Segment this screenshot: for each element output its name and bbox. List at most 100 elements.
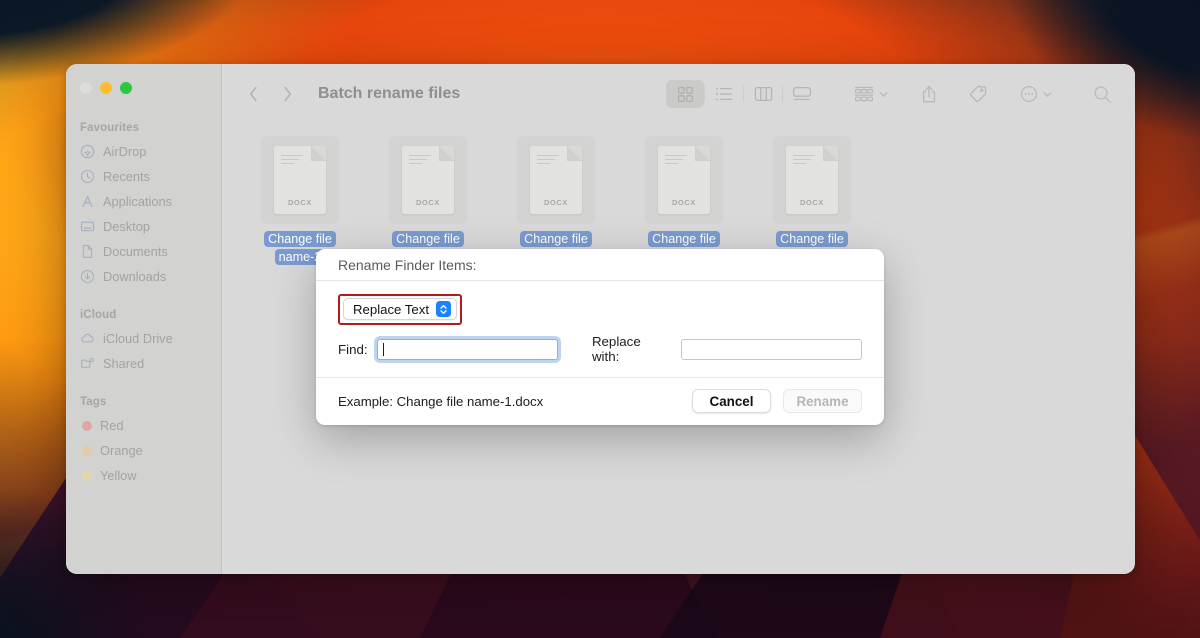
docx-file-icon: DOCX (530, 146, 582, 214)
example-text: Example: Change file name-1.docx (338, 394, 543, 409)
tags-button[interactable] (962, 79, 995, 109)
group-by-button[interactable] (847, 79, 896, 109)
file-item[interactable]: DOCX Change file name-2 (236, 136, 364, 266)
file-type-label: DOCX (658, 198, 710, 207)
docx-file-icon: DOCX (402, 146, 454, 214)
page-title: Batch rename files (318, 85, 460, 103)
share-button[interactable] (914, 79, 944, 109)
rename-finder-items-dialog: Rename Finder Items: Replace Text Find: (316, 249, 884, 425)
desktop: Favourites AirDrop Recents (0, 0, 1200, 638)
chevron-down-icon (1042, 89, 1053, 100)
file-thumbnail: DOCX (517, 136, 595, 224)
doc-lines (409, 155, 431, 167)
sidebar: Favourites AirDrop Recents (66, 64, 222, 574)
sidebar-item-tag-red[interactable]: Red (66, 413, 221, 438)
file-thumbnail: DOCX (645, 136, 723, 224)
file-type-label: DOCX (402, 198, 454, 207)
search-button[interactable] (1086, 79, 1119, 109)
dialog-body: Replace Text Find: Replace with: (316, 281, 884, 378)
dialog-title: Rename Finder Items: (316, 249, 884, 281)
operation-popup-value: Replace Text (353, 302, 429, 317)
chevron-updown-icon[interactable] (436, 301, 451, 317)
doc-lines (793, 155, 815, 167)
sidebar-item-shared[interactable]: Shared (66, 351, 221, 376)
replace-with-label: Replace with: (592, 334, 672, 364)
list-view-button[interactable] (705, 80, 743, 108)
find-label: Find: (338, 342, 368, 357)
sidebar-label: Red (100, 418, 123, 433)
icon-view-button[interactable] (666, 80, 704, 108)
file-item[interactable]: DOCX Change file name-5 (620, 136, 748, 266)
sidebar-label: Applications (103, 194, 172, 209)
sidebar-heading-tags: Tags (66, 390, 221, 413)
docx-file-icon: DOCX (274, 146, 326, 214)
doc-lines (665, 155, 687, 167)
clock-icon (80, 169, 95, 184)
sidebar-label: Yellow (100, 468, 137, 483)
operation-popup-button[interactable]: Replace Text (343, 298, 457, 320)
sidebar-label: Downloads (103, 269, 166, 284)
toolbar: Batch rename files (222, 64, 1135, 124)
dialog-footer: Example: Change file name-1.docx Cancel … (316, 378, 884, 425)
sidebar-heading-icloud: iCloud (66, 303, 221, 326)
sidebar-label: Documents (103, 244, 168, 259)
file-item[interactable]: DOCX Change file name-4 (492, 136, 620, 266)
dialog-buttons: Cancel Rename (692, 389, 862, 413)
sidebar-item-downloads[interactable]: Downloads (66, 264, 221, 289)
find-input[interactable] (377, 339, 558, 360)
desktop-icon (80, 219, 95, 234)
file-thumbnail: DOCX (261, 136, 339, 224)
file-thumbnail: DOCX (389, 136, 467, 224)
operation-popup-highlight: Replace Text (338, 294, 462, 325)
docx-file-icon: DOCX (658, 146, 710, 214)
minimize-button[interactable] (100, 82, 112, 94)
file-item[interactable]: DOCX Change file name-6 (748, 136, 876, 266)
docx-file-icon: DOCX (786, 146, 838, 214)
tag-dot-icon (82, 446, 92, 456)
text-caret (383, 343, 384, 356)
column-view-button[interactable] (744, 80, 782, 108)
chevron-down-icon (878, 89, 889, 100)
sidebar-item-applications[interactable]: Applications (66, 189, 221, 214)
sidebar-item-icloud-drive[interactable]: iCloud Drive (66, 326, 221, 351)
sidebar-label: Shared (103, 356, 144, 371)
sidebar-item-tag-orange[interactable]: Orange (66, 438, 221, 463)
sidebar-item-tag-yellow[interactable]: Yellow (66, 463, 221, 488)
sidebar-item-recents[interactable]: Recents (66, 164, 221, 189)
shared-folder-icon (80, 356, 95, 371)
traffic-lights (80, 82, 132, 94)
gallery-view-button[interactable] (783, 80, 821, 108)
sidebar-label: Recents (103, 169, 150, 184)
sidebar-heading-favourites: Favourites (66, 116, 221, 139)
forward-button[interactable] (270, 79, 304, 109)
file-item[interactable]: DOCX Change file name-3 (364, 136, 492, 266)
replace-with-input[interactable] (681, 339, 862, 360)
applications-icon (80, 194, 95, 209)
cloud-icon (80, 331, 95, 346)
file-type-label: DOCX (786, 198, 838, 207)
file-type-label: DOCX (274, 198, 326, 207)
rename-button: Rename (783, 389, 862, 413)
file-type-label: DOCX (530, 198, 582, 207)
sidebar-label: AirDrop (103, 144, 146, 159)
sidebar-item-documents[interactable]: Documents (66, 239, 221, 264)
airdrop-icon (80, 144, 95, 159)
sidebar-item-desktop[interactable]: Desktop (66, 214, 221, 239)
tag-dot-icon (82, 421, 92, 431)
sidebar-item-airdrop[interactable]: AirDrop (66, 139, 221, 164)
close-button[interactable] (80, 82, 92, 94)
sidebar-label: Orange (100, 443, 143, 458)
tag-dot-icon (82, 471, 92, 481)
sidebar-label: iCloud Drive (103, 331, 173, 346)
sidebar-gap-2 (66, 376, 221, 390)
downloads-icon (80, 269, 95, 284)
zoom-button[interactable] (120, 82, 132, 94)
sidebar-label: Desktop (103, 219, 150, 234)
more-options-button[interactable] (1013, 79, 1060, 109)
cancel-button[interactable]: Cancel (692, 389, 771, 413)
file-thumbnail: DOCX (773, 136, 851, 224)
back-button[interactable] (236, 79, 270, 109)
documents-icon (80, 244, 95, 259)
view-mode-group (666, 80, 821, 108)
sidebar-gap-1 (66, 289, 221, 303)
